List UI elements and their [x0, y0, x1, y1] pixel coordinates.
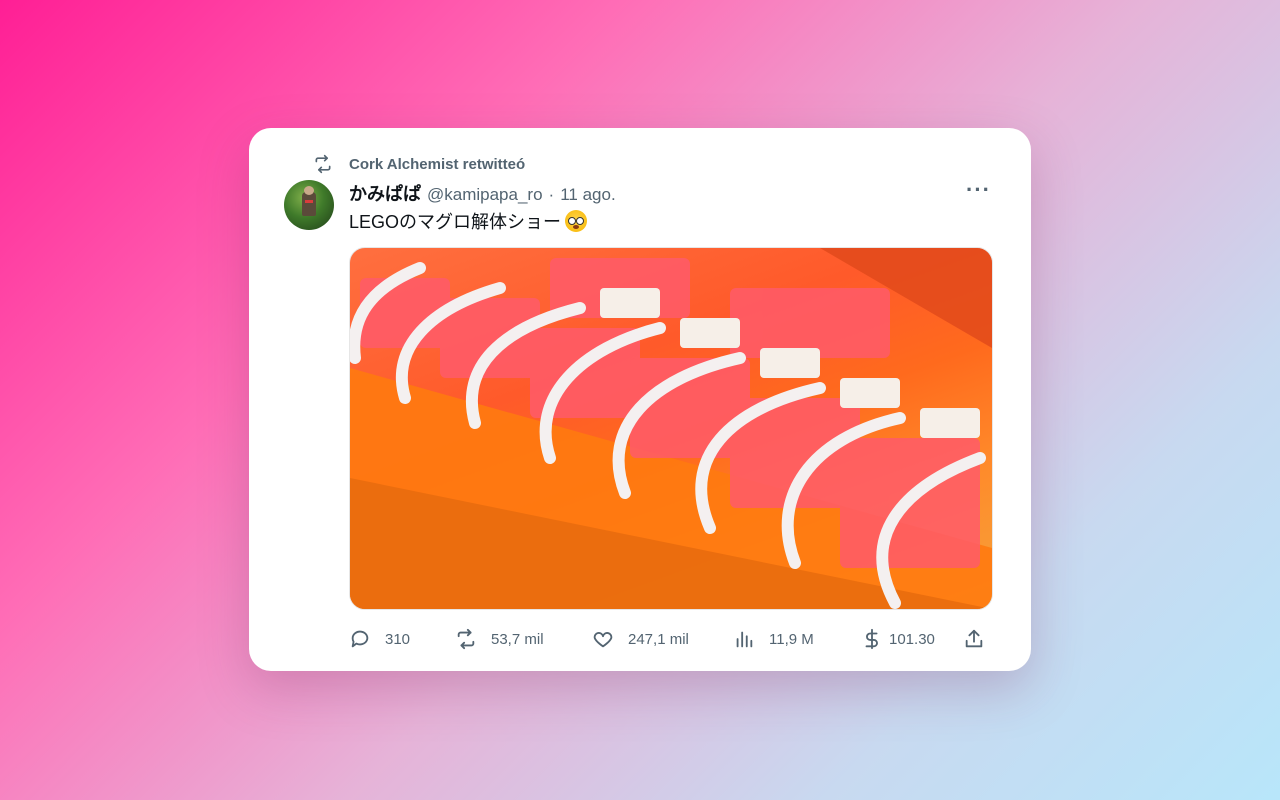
reply-count: 310	[385, 630, 411, 648]
retweet-context[interactable]: Cork Alchemist retwitteó	[313, 154, 525, 174]
display-name[interactable]: かみぱぱ	[349, 180, 421, 206]
share-button[interactable]	[963, 624, 985, 654]
reply-icon	[351, 630, 369, 648]
tip-button[interactable]: 101.30	[861, 624, 935, 654]
like-button[interactable]: 247,1 mil	[592, 624, 689, 654]
dollar-icon	[865, 628, 878, 650]
tweet-text: LEGOのマグロ解体ショー	[349, 208, 588, 234]
views-button[interactable]: 11,9 M	[733, 624, 814, 654]
tweet-card: Cork Alchemist retwitteó かみぱぱ @kamipapa_…	[249, 128, 1031, 671]
user-handle[interactable]: @kamipapa_ro	[427, 185, 543, 205]
like-count: 247,1 mil	[628, 630, 689, 648]
retweet-icon	[457, 628, 475, 650]
tip-amount: 101.30	[889, 630, 935, 648]
share-icon	[965, 629, 983, 648]
avatar[interactable]	[284, 180, 334, 230]
retweet-count: 53,7 mil	[491, 630, 544, 648]
separator: ·	[548, 185, 555, 204]
tweet-body: LEGOのマグロ解体ショー	[349, 212, 562, 232]
tweet-actions: 310 53,7 mil 247,1 mil 11,9 M 101.30	[349, 624, 991, 654]
reply-button[interactable]: 310	[349, 624, 410, 654]
views-count: 11,9 M	[769, 630, 814, 648]
retweet-icon	[315, 154, 331, 174]
timestamp[interactable]: 11 ago.	[560, 185, 615, 205]
bar-chart-icon	[736, 631, 753, 648]
tweet-header: かみぱぱ @kamipapa_ro · 11 ago.	[349, 180, 616, 206]
retweet-button[interactable]: 53,7 mil	[455, 624, 544, 654]
lego-tuna-skeleton-image	[350, 248, 992, 609]
heart-icon	[593, 632, 613, 648]
flushed-face-icon	[565, 210, 588, 232]
retweet-label: Cork Alchemist retwitteó	[349, 155, 526, 173]
more-options-icon[interactable]: ···	[966, 179, 991, 201]
tweet-media-image[interactable]	[349, 247, 993, 610]
